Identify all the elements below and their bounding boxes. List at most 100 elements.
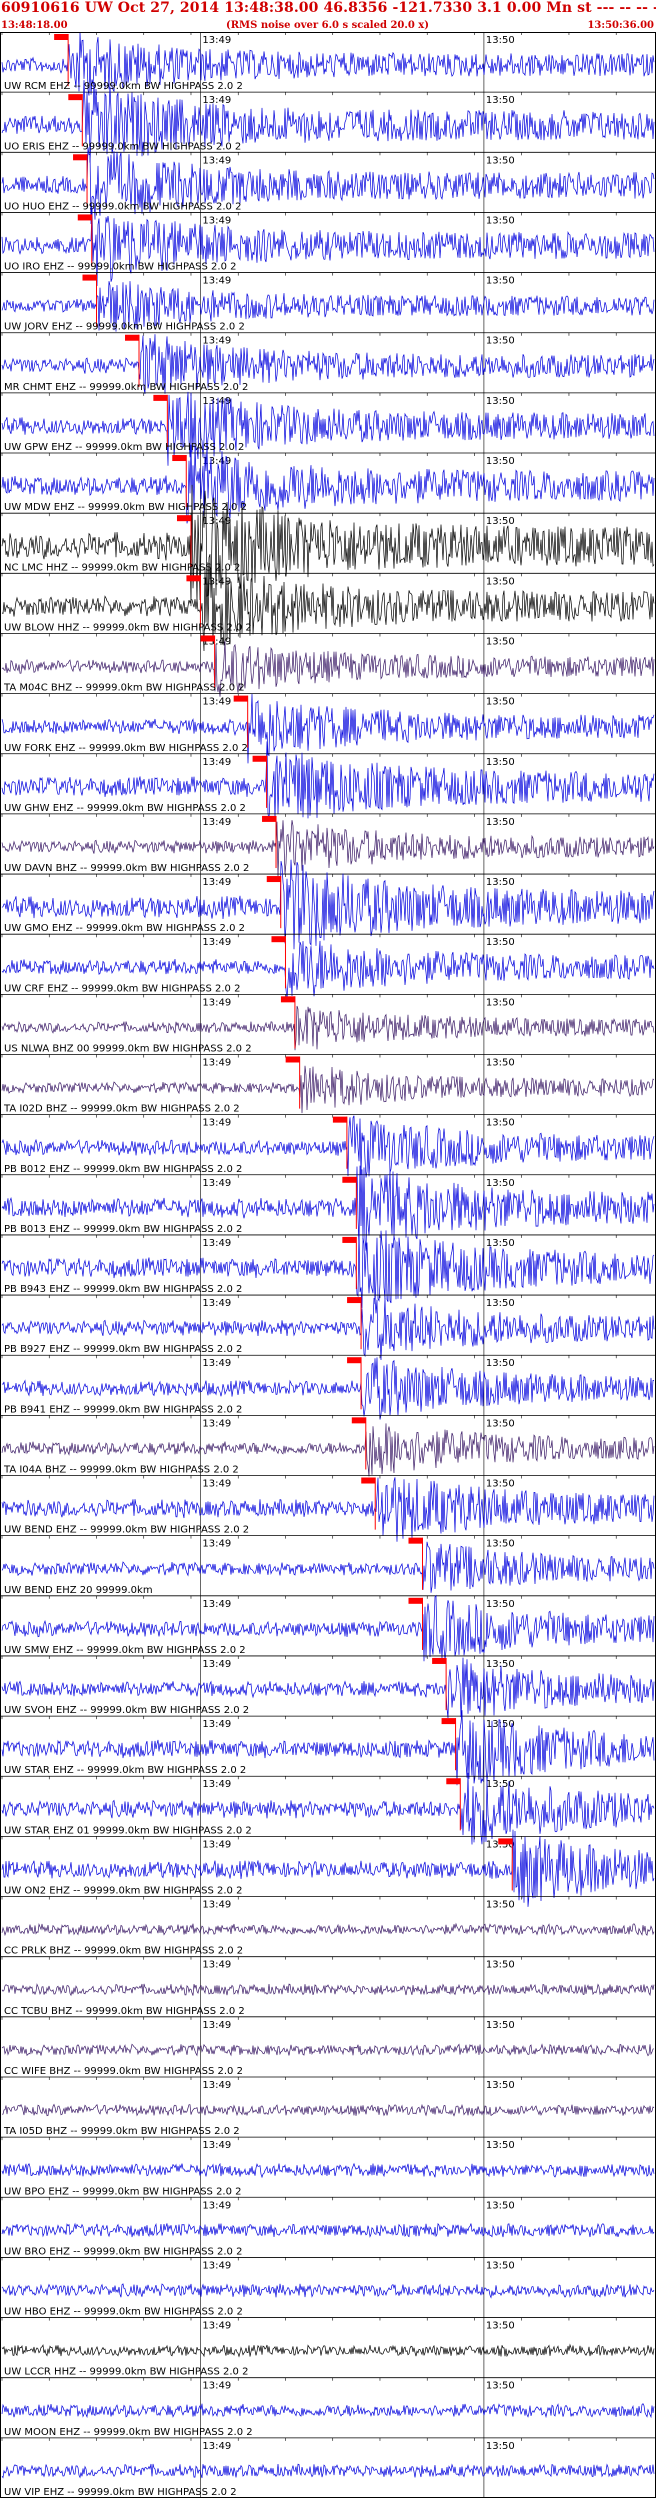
minute-label: 13:49 xyxy=(202,1599,231,1610)
station-label: UW STAR EHZ -- 99999.0km BW HIGHPASS 2.0… xyxy=(4,1765,246,1776)
trace-row: 13:49 13:50UW STAR EHZ -- 99999.0km BW HI… xyxy=(0,1710,656,1786)
station-label: UW DAVN BHZ -- 99999.0km BW HIGHPASS 2.0… xyxy=(4,863,249,874)
trace-row: 13:49 13:50 UW FORK EHZ -- 99999.0km BW HI… xyxy=(0,693,656,764)
station-label: UW HBO EHZ -- 99999.0km BW HIGHPASS 2.0 … xyxy=(4,2307,243,2318)
trace-row: 13:49 13:50 UW RCM EHZ -- 99999.0km BW HIG… xyxy=(0,32,656,96)
pick-marker xyxy=(446,1778,461,1785)
station-label: PB B013 EHZ -- 99999.0km BW HIGHPASS 2.0… xyxy=(4,1224,242,1235)
minute-label: 13:49 xyxy=(202,1479,231,1490)
plot-title: 60910616 UW Oct 27, 2014 13:48:38.00 46.… xyxy=(1,0,656,16)
minute-label: 13:49 xyxy=(202,2080,231,2091)
minute-label: 13:49 xyxy=(202,697,231,708)
pick-marker xyxy=(68,94,83,101)
trace-row: 13:49 13:50 UW DAVN BHZ -- 99999.0km BW HI… xyxy=(0,813,656,878)
minute-label: 13:50 xyxy=(486,95,515,106)
minute-label: 13:50 xyxy=(486,2441,515,2452)
waveform xyxy=(1,391,655,466)
trace-row: 13:49 13:50 PB B943 EHZ -- 99999.0km BW HI… xyxy=(0,1230,656,1309)
station-label: PB B941 EHZ -- 99999.0km BW HIGHPASS 2.0… xyxy=(4,1404,242,1415)
trace-row: 13:49 13:50 PB B927 EHZ -- 99999.0km BW HI… xyxy=(0,1294,656,1361)
minute-label: 13:50 xyxy=(486,215,515,226)
minute-label: 13:49 xyxy=(202,1659,231,1670)
minute-label: 13:49 xyxy=(202,2020,231,2031)
trace-row: 13:49 13:50 UO IRO EHZ -- 99999.0km BW HIG… xyxy=(0,207,656,287)
minute-label: 13:50 xyxy=(486,456,515,467)
pick-marker xyxy=(176,515,191,522)
minute-label: 13:49 xyxy=(202,1358,231,1369)
minute-label: 13:50 xyxy=(486,336,515,347)
trace-row: 13:49 13:50 TA I02D BHZ -- 99999.0km BW HI… xyxy=(0,1054,656,1115)
station-label: TA I05D BHZ -- 99999.0km BW HIGHPASS 2.0… xyxy=(3,2126,240,2137)
pick-marker xyxy=(153,394,168,401)
station-label: PB B927 EHZ -- 99999.0km BW HIGHPASS 2.0… xyxy=(4,1344,242,1355)
minute-label: 13:50 xyxy=(486,516,515,527)
minute-label: 13:49 xyxy=(202,2441,231,2452)
minute-label: 13:49 xyxy=(202,997,231,1008)
trace-row: 13:49 13:50 TA I04A BHZ -- 99999.0km BW HI… xyxy=(0,1414,656,1477)
pick-marker xyxy=(361,1477,376,1484)
pick-marker xyxy=(280,996,295,1003)
station-label: UW LCCR HHZ -- 99999.0km BW HIGHPASS 2.0… xyxy=(4,2367,248,2378)
trace-row: 13:49 13:50 UW JORV EHZ -- 99999.0km BW HI… xyxy=(0,272,656,333)
trace-row: 13:49 13:50 UO ERIS EHZ -- 99999.0km BW HI… xyxy=(0,80,656,163)
minute-label: 13:50 xyxy=(486,1659,515,1670)
trace-row: 13:49 13:50 CC TCBU BHZ -- 99999.0km BW HI… xyxy=(0,1956,656,2017)
minute-label: 13:50 xyxy=(486,1358,515,1369)
trace-row: 13:49 13:50 CC PRLK BHZ -- 99999.0km BW HI… xyxy=(0,1896,656,1957)
seismogram-plot: 13:49 13:50 UW RCM EHZ -- 99999.0km BW HIG… xyxy=(0,32,656,2498)
station-label: UW BPO EHZ -- 99999.0km BW HIGHPASS 2.0 … xyxy=(4,2186,242,2197)
station-label: UW BEND EHZ 20 99999.0km xyxy=(4,1585,153,1596)
minute-label: 13:50 xyxy=(486,817,515,828)
trace-row: 13:49 13:50 UW SMW EHZ -- 99999.0km BW HIG… xyxy=(0,1594,656,1662)
pick-marker xyxy=(125,334,140,341)
minute-label: 13:49 xyxy=(202,2321,231,2332)
trace-row: 13:49 13:50 UW LCCR HHZ -- 99999.0km BW HI… xyxy=(0,2317,656,2378)
waveform xyxy=(1,2162,655,2179)
station-label: CC TCBU BHZ -- 99999.0km BW HIGHPASS 2.0… xyxy=(4,2006,245,2017)
minute-label: 13:49 xyxy=(202,1960,231,1971)
minute-label: 13:50 xyxy=(486,1298,515,1309)
station-label: UW GHW EHZ -- 99999.0km BW HIGHPASS 2.0 … xyxy=(4,803,246,814)
minute-label: 13:49 xyxy=(202,817,231,828)
waveform xyxy=(2,2103,655,2117)
pick-marker xyxy=(285,1056,300,1063)
minute-label: 13:50 xyxy=(486,1779,515,1790)
minute-label: 13:49 xyxy=(202,1539,231,1550)
pick-marker xyxy=(54,34,69,40)
trace-row: 13:49 13:50UW MDW EHZ -- 99999.0km BW HIG… xyxy=(0,444,656,524)
rms-note: (RMS noise over 6.0 s scaled 20.0 x) xyxy=(226,20,429,31)
waveform xyxy=(1,207,655,287)
station-label: UO IRO EHZ -- 99999.0km BW HIGHPASS 2.0 … xyxy=(4,262,237,273)
pick-marker xyxy=(432,1657,447,1664)
pick-marker xyxy=(342,1236,357,1243)
station-label: UW MDW EHZ -- 99999.0km BW HIGHPASS 2.0 … xyxy=(4,502,247,513)
minute-label: 13:50 xyxy=(486,997,515,1008)
waveform xyxy=(1,2222,655,2238)
pick-marker xyxy=(351,1417,366,1424)
minute-label: 13:50 xyxy=(486,636,515,647)
pick-marker xyxy=(77,214,92,221)
trace-row: 13:49 13:50 PB B941 EHZ -- 99999.0km BW HI… xyxy=(0,1354,656,1420)
minute-label: 13:50 xyxy=(486,1418,515,1429)
minute-label: 13:49 xyxy=(202,877,231,888)
waveform xyxy=(1,2283,655,2299)
station-label: UW BRO EHZ -- 99999.0km BW HIGHPASS 2.0 … xyxy=(4,2246,242,2257)
pick-marker xyxy=(266,876,281,883)
station-label: UW BEND EHZ -- 99999.0km BW HIGHPASS 2.0… xyxy=(4,1525,249,1536)
pick-marker xyxy=(200,635,215,642)
station-label: UW GMO EHZ -- 99999.0km BW HIGHPASS 2.0 … xyxy=(4,923,245,934)
minute-label: 13:49 xyxy=(202,937,231,948)
waveform xyxy=(1,2463,655,2479)
station-label: US NLWA BHZ 00 99999.0km BW HIGHPASS 2.0… xyxy=(4,1043,252,1054)
trace-row: 13:49 13:50 UW STAR EHZ 01 99999.0km BW HI… xyxy=(0,1772,656,1845)
minute-label: 13:49 xyxy=(202,215,231,226)
minute-label: 13:49 xyxy=(202,1057,231,1068)
pick-marker xyxy=(408,1597,423,1604)
station-label: UW VIP EHZ -- 99999.0km BW HIGHPASS 2.0 … xyxy=(4,2487,237,2498)
pick-marker xyxy=(82,274,97,281)
trace-row: 13:49 13:50 PB B013 EHZ -- 99999.0km BW HI… xyxy=(0,1165,656,1251)
minute-label: 13:49 xyxy=(202,1178,231,1189)
minute-label: 13:49 xyxy=(202,95,231,106)
pick-marker xyxy=(498,1838,513,1845)
pick-marker xyxy=(262,815,277,822)
